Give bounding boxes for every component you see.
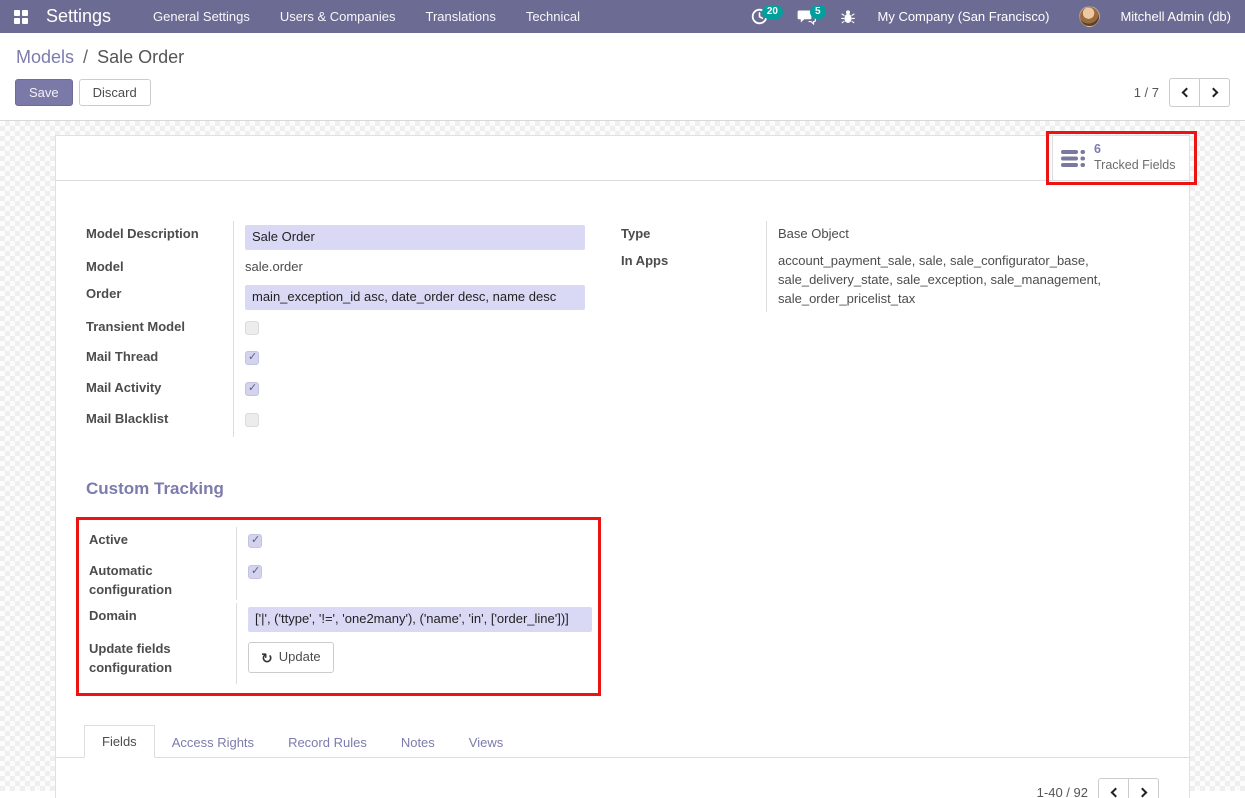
chevron-right-icon	[1137, 788, 1147, 798]
mail-activity-checkbox[interactable]	[245, 382, 259, 396]
control-panel: Models / Sale Order Save Discard 1 / 7	[0, 33, 1245, 121]
field-active: Active	[89, 527, 598, 558]
field-transient-model: Transient Model	[86, 314, 606, 345]
user-avatar[interactable]	[1079, 6, 1100, 27]
save-button[interactable]: Save	[15, 79, 73, 106]
messages-badge: 5	[810, 5, 826, 19]
record-pager-value: 1 / 7	[1134, 85, 1159, 100]
model-description-input[interactable]: Sale Order	[245, 225, 585, 250]
transient-model-checkbox[interactable]	[245, 321, 259, 335]
chevron-right-icon	[1208, 88, 1218, 98]
model-form: Model Description Sale Order Model sale.…	[56, 181, 1189, 798]
form-sheet: 6 Tracked Fields Model Description Sale …	[55, 135, 1190, 798]
active-checkbox[interactable]	[248, 534, 262, 548]
tracked-fields-label: Tracked Fields	[1094, 158, 1176, 174]
order-label: Order	[86, 281, 233, 308]
nav-menu-technical[interactable]: Technical	[526, 9, 580, 24]
mail-thread-checkbox[interactable]	[245, 351, 259, 365]
breadcrumb: Models / Sale Order	[15, 33, 1230, 78]
domain-input[interactable]: ['|', ('ttype', '!=', 'one2many'), ('nam…	[248, 607, 592, 632]
order-input[interactable]: main_exception_id asc, date_order desc, …	[245, 285, 585, 310]
tab-record-rules[interactable]: Record Rules	[271, 727, 384, 758]
nav-menu-general-settings[interactable]: General Settings	[153, 9, 250, 24]
refresh-icon: ↻	[261, 651, 273, 665]
update-fields-configuration-label: Update fields configuration	[89, 636, 236, 682]
type-label: Type	[621, 221, 766, 248]
model-label: Model	[86, 254, 233, 281]
in-apps-label: In Apps	[621, 248, 766, 275]
form-right-column: Type Base Object In Apps account_payment…	[621, 221, 1159, 437]
type-value: Base Object	[778, 225, 849, 241]
activity-badge: 20	[762, 5, 783, 19]
notebook-tabs: Fields Access Rights Record Rules Notes …	[56, 724, 1189, 758]
tracked-fields-list-icon	[1061, 149, 1086, 168]
update-button-label: Update	[279, 648, 321, 667]
active-label: Active	[89, 527, 236, 554]
in-apps-value: account_payment_sale, sale, sale_configu…	[778, 252, 1101, 306]
field-model: Model sale.order	[86, 254, 606, 281]
control-panel-buttons: Save Discard 1 / 7	[15, 78, 1230, 120]
nav-menu: General Settings Users & Companies Trans…	[153, 9, 580, 24]
nav-menu-translations[interactable]: Translations	[426, 9, 496, 24]
field-automatic-configuration: Automatic configuration	[89, 558, 598, 604]
chevron-left-icon	[1110, 788, 1120, 798]
button-box: 6 Tracked Fields	[56, 136, 1189, 181]
app-title[interactable]: Settings	[46, 6, 111, 27]
form-left-column: Model Description Sale Order Model sale.…	[86, 221, 606, 437]
record-pager: 1 / 7	[1134, 78, 1230, 107]
messages-menu[interactable]: 5	[797, 9, 826, 25]
debug-menu[interactable]	[840, 9, 856, 25]
tab-views[interactable]: Views	[452, 727, 520, 758]
model-description-label: Model Description	[86, 221, 233, 248]
automatic-configuration-label: Automatic configuration	[89, 558, 236, 604]
annotation-rectangle-custom-tracking: Active Automatic configuration Domain ['…	[76, 517, 601, 696]
breadcrumb-separator: /	[79, 47, 92, 67]
tab-fields[interactable]: Fields	[84, 725, 155, 758]
automatic-configuration-checkbox[interactable]	[248, 565, 262, 579]
breadcrumb-models-link[interactable]: Models	[16, 47, 74, 67]
tracked-fields-count: 6	[1094, 142, 1176, 158]
fields-list-pager: 1-40 / 92	[86, 778, 1169, 798]
field-type: Type Base Object	[621, 221, 1159, 248]
chevron-left-icon	[1181, 88, 1191, 98]
tracked-fields-button[interactable]: 6 Tracked Fields	[1052, 136, 1189, 180]
custom-tracking-title: Custom Tracking	[86, 479, 1159, 499]
field-domain: Domain ['|', ('ttype', '!=', 'one2many')…	[89, 603, 598, 636]
fields-pager-previous-button[interactable]	[1098, 778, 1129, 798]
discard-button[interactable]: Discard	[79, 79, 151, 106]
company-switcher[interactable]: My Company (San Francisco)	[878, 9, 1050, 24]
tab-access-rights[interactable]: Access Rights	[155, 727, 271, 758]
apps-grid-icon[interactable]	[14, 10, 28, 24]
mail-blacklist-checkbox[interactable]	[245, 413, 259, 427]
model-value: sale.order	[245, 258, 303, 274]
tab-notes[interactable]: Notes	[384, 727, 452, 758]
fields-list-pager-value: 1-40 / 92	[1037, 785, 1088, 798]
nav-menu-users-companies[interactable]: Users & Companies	[280, 9, 396, 24]
update-button[interactable]: ↻ Update	[248, 642, 334, 673]
mail-blacklist-label: Mail Blacklist	[86, 406, 233, 433]
pager-previous-button[interactable]	[1169, 78, 1200, 107]
mail-thread-label: Mail Thread	[86, 344, 233, 371]
bug-icon	[840, 9, 856, 25]
activity-menu[interactable]: 20	[751, 8, 783, 25]
field-update-fields-configuration: Update fields configuration ↻ Update	[89, 636, 598, 684]
field-model-description: Model Description Sale Order	[86, 221, 606, 254]
field-mail-blacklist: Mail Blacklist	[86, 406, 606, 437]
user-menu[interactable]: Mitchell Admin (db)	[1120, 9, 1231, 24]
breadcrumb-current: Sale Order	[97, 47, 184, 67]
field-mail-thread: Mail Thread	[86, 344, 606, 375]
fields-pager-next-button[interactable]	[1128, 778, 1159, 798]
transient-model-label: Transient Model	[86, 314, 233, 341]
field-mail-activity: Mail Activity	[86, 375, 606, 406]
top-navbar: Settings General Settings Users & Compan…	[0, 0, 1245, 33]
field-order: Order main_exception_id asc, date_order …	[86, 281, 606, 314]
pager-next-button[interactable]	[1199, 78, 1230, 107]
domain-label: Domain	[89, 603, 236, 630]
field-in-apps: In Apps account_payment_sale, sale, sale…	[621, 248, 1159, 313]
navbar-systray: 20 5 My Company (San Francisco) Mitchell…	[751, 6, 1231, 27]
content-background: 6 Tracked Fields Model Description Sale …	[0, 121, 1245, 791]
mail-activity-label: Mail Activity	[86, 375, 233, 402]
